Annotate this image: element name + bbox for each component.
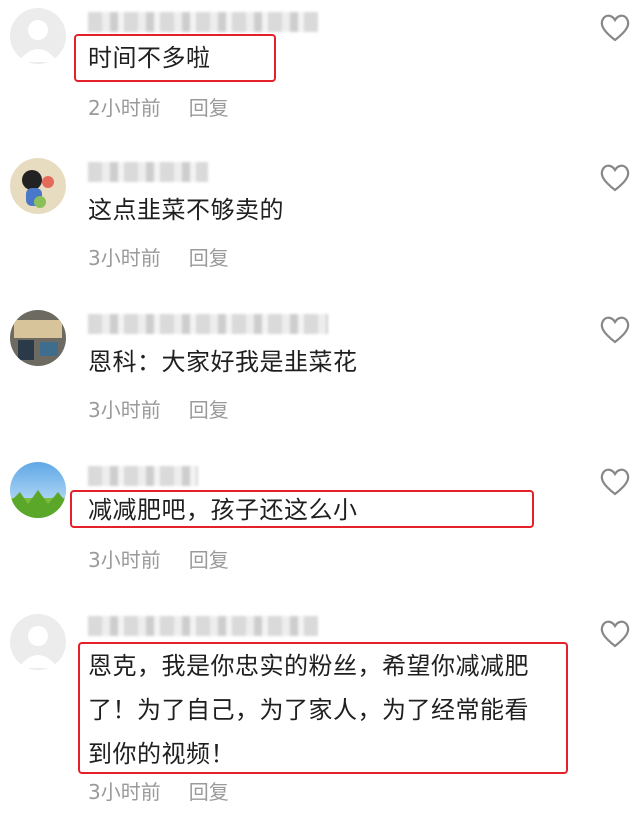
comment-item: 恩科：大家好我是韭菜花 3小时前 回复 <box>0 302 640 442</box>
reply-button[interactable]: 回复 <box>189 242 229 271</box>
user-avatar[interactable] <box>10 310 66 366</box>
highlight-box <box>78 642 568 774</box>
reply-button[interactable]: 回复 <box>189 394 229 423</box>
highlight-box <box>74 34 276 82</box>
comment-item: 恩克，我是你忠实的粉丝，希望你减减肥 了！为了自己，为了家人，为了经常能看 到你… <box>0 606 640 825</box>
user-avatar[interactable] <box>10 614 66 670</box>
comment-item: 这点韭菜不够卖的 3小时前 回复 <box>0 150 640 290</box>
comment-time: 3小时前 <box>88 246 161 270</box>
comment-meta: 3小时前 回复 <box>88 544 229 573</box>
comment-item: 减减肥吧，孩子还这么小 3小时前 回复 <box>0 454 640 594</box>
user-avatar[interactable] <box>10 158 66 214</box>
comment-meta: 3小时前 回复 <box>88 242 229 271</box>
room-photo-avatar-icon <box>10 310 66 366</box>
username-blurred[interactable] <box>88 616 318 636</box>
comment-item: 时间不多啦 2小时前 回复 <box>0 0 640 140</box>
heart-icon[interactable] <box>598 12 632 42</box>
comment-time: 3小时前 <box>88 398 161 422</box>
user-avatar[interactable] <box>10 8 66 64</box>
comment-time: 3小时前 <box>88 548 161 572</box>
comment-meta: 2小时前 回复 <box>88 92 229 121</box>
user-avatar[interactable] <box>10 462 66 518</box>
heart-icon[interactable] <box>598 314 632 344</box>
comment-meta: 3小时前 回复 <box>88 394 229 423</box>
comment-text: 恩科：大家好我是韭菜花 <box>88 348 358 376</box>
sky-grass-avatar-icon <box>10 462 66 518</box>
heart-icon[interactable] <box>598 466 632 496</box>
comment-text: 这点韭菜不够卖的 <box>88 196 284 224</box>
username-blurred[interactable] <box>88 12 318 32</box>
heart-icon[interactable] <box>598 618 632 648</box>
username-blurred[interactable] <box>88 466 198 486</box>
default-avatar-icon <box>10 8 66 64</box>
reply-button[interactable]: 回复 <box>189 92 229 121</box>
comment-time: 2小时前 <box>88 96 161 120</box>
username-blurred[interactable] <box>88 314 328 334</box>
comment-time: 3小时前 <box>88 780 161 804</box>
default-avatar-icon <box>10 614 66 670</box>
comment-meta: 3小时前 回复 <box>88 776 229 805</box>
reply-button[interactable]: 回复 <box>189 544 229 573</box>
heart-icon[interactable] <box>598 162 632 192</box>
highlight-box <box>70 490 534 528</box>
reply-button[interactable]: 回复 <box>189 776 229 805</box>
username-blurred[interactable] <box>88 162 208 182</box>
cartoon-avatar-icon <box>10 158 66 214</box>
